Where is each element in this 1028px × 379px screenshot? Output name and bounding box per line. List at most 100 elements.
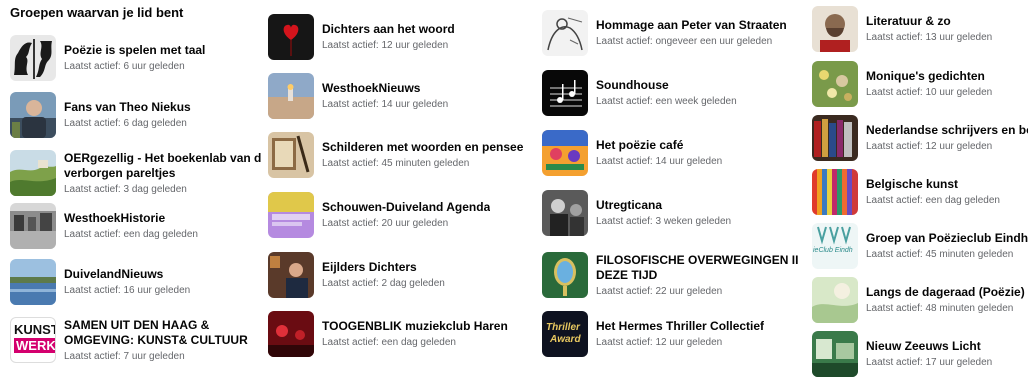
group-last-active: Laatst actief: 45 minuten geleden [866,249,1014,260]
lighthouse-thumbnail [268,73,314,119]
group-column-4: Literatuur & zo Laatst actief: 13 uur ge… [812,0,1028,377]
group-item-langs-de-dageraad[interactable]: Langs de dageraad (Poëzie) Laatst actief… [812,275,1025,325]
kunstwerk-logo-thumbnail: KUNST WERK [10,317,56,363]
group-last-active: Laatst actief: 22 uur geleden [596,285,723,297]
group-item-duivelandnieuws[interactable]: DuivelandNieuws Laatst actief: 16 uur ge… [10,257,190,307]
group-last-active: Laatst actief: een dag geleden [866,195,1000,206]
thriller-award-thumbnail: Thriller Award [542,311,588,357]
group-item-utregticana[interactable]: Utregticana Laatst actief: 3 weken geled… [542,188,731,238]
group-name: Eijlders Dichters [322,260,417,274]
lake-thumbnail [10,259,56,305]
stripes-thumbnail [812,169,858,215]
group-item-schouwen-duiveland-agenda[interactable]: Schouwen-Duiveland Agenda Laatst actief:… [268,190,490,240]
logo-text: WERK [14,338,56,353]
books-thumbnail [812,115,858,161]
group-name-line-1: FILOSOFISCHE OVERWEGINGEN II [596,252,799,267]
mirror-thumbnail [542,252,588,298]
group-last-active: Laatst actief: 12 uur geleden [866,141,993,152]
group-name: Literatuur & zo [866,14,951,28]
group-item-literatuur-en-zo[interactable]: Literatuur & zo Laatst actief: 13 uur ge… [812,4,992,54]
group-name: Nieuw Zeeuws Licht [866,339,981,353]
group-item-toogenblik[interactable]: TOOGENBLIK muziekclub Haren Laatst actie… [268,309,508,359]
group-item-poezie-spelen[interactable]: Poëzie is spelen met taal Laatst actief:… [10,33,205,83]
dawn-thumbnail [812,277,858,323]
group-last-active: Laatst actief: 13 uur geleden [866,32,993,43]
group-item-westhoekhistorie[interactable]: WesthoekHistorie Laatst actief: een dag … [10,201,198,251]
group-name: Hommage aan Peter van Straaten [596,18,787,32]
faces-silhouette-thumbnail [10,35,56,81]
group-last-active: Laatst actief: 20 uur geleden [322,218,449,229]
group-name: Utregticana [596,198,663,212]
logo-text: Award [550,334,581,345]
group-name: Dichters aan het woord [322,22,455,36]
group-item-theo-niekus[interactable]: Fans van Theo Niekus Laatst actief: 6 da… [10,90,191,140]
logo-text: KUNST [14,322,56,337]
group-item-poezieclub-eindhoven[interactable]: ieClub Eindh Groep van Poëzieclub Eindho… [812,221,1028,271]
group-item-nederlandse-schrijvers[interactable]: Nederlandse schrijvers en boeke Laatst a… [812,113,1028,163]
group-item-schilderen-met-woorden[interactable]: Schilderen met woorden en pensee Laatst … [268,130,523,180]
group-name: Schouwen-Duiveland Agenda [322,200,491,214]
poezieclub-logo-thumbnail: ieClub Eindh [812,223,858,269]
people-thumbnail [268,252,314,298]
group-last-active: Laatst actief: 3 dag geleden [64,183,187,195]
group-last-active: Laatst actief: 14 uur geleden [322,99,449,110]
group-name: Schilderen met woorden en pensee [322,140,524,154]
painting-thumbnail [268,132,314,178]
group-name: Het poëzie café [596,138,684,152]
bw-photo-thumbnail [542,190,588,236]
group-last-active: Laatst actief: een dag geleden [322,337,456,348]
group-name: Belgische kunst [866,177,959,191]
man-portrait-thumbnail [10,92,56,138]
group-name: WesthoekHistorie [64,211,166,225]
group-item-oergezellig[interactable]: OERgezellig - Het boekenlab van d verbor… [10,144,261,202]
group-item-eijlders-dichters[interactable]: Eijlders Dichters Laatst actief: 2 dag g… [268,250,445,300]
music-notes-thumbnail [542,70,588,116]
group-last-active: Laatst actief: een week geleden [596,96,737,107]
group-name: Langs de dageraad (Poëzie) [866,285,1025,299]
group-item-westhoeknieuws[interactable]: WesthoekNieuws Laatst actief: 14 uur gel… [268,71,448,121]
flowers-thumbnail [812,61,858,107]
group-item-samen-uit-den-haag[interactable]: KUNST WERK SAMEN UIT DEN HAAG & OMGEVING… [10,313,248,367]
group-item-soundhouse[interactable]: Soundhouse Laatst actief: een week geled… [542,68,737,118]
group-name: Poëzie is spelen met taal [64,43,206,57]
group-name: Het Hermes Thriller Collectief [596,319,765,333]
group-last-active: Laatst actief: 3 weken geleden [596,216,732,227]
group-name: Nederlandse schrijvers en boeke [866,123,1028,137]
logo-text: ieClub Eindh [813,247,853,254]
group-last-active: Laatst actief: 12 uur geleden [322,40,449,51]
group-name-line-2: verborgen pareltjes [64,165,176,180]
group-item-filosofische-overwegingen[interactable]: FILOSOFISCHE OVERWEGINGEN II DEZE TIJD L… [542,246,798,304]
group-name-line-2: OMGEVING: KUNST& CULTUUR [64,332,248,347]
group-item-belgische-kunst[interactable]: Belgische kunst Laatst actief: een dag g… [812,167,1000,217]
logo-text: Thriller [546,322,580,333]
group-item-hermes-thriller[interactable]: Thriller Award Het Hermes Thriller Colle… [542,309,764,359]
group-last-active: Laatst actief: 7 uur geleden [64,350,185,362]
old-photo-thumbnail [10,203,56,249]
group-last-active: Laatst actief: ongeveer een uur geleden [596,36,773,47]
group-last-active: Laatst actief: 6 dag geleden [64,118,187,129]
group-name-line-2: DEZE TIJD [596,267,658,282]
group-last-active: Laatst actief: 12 uur geleden [596,337,723,348]
group-name: TOOGENBLIK muziekclub Haren [322,319,508,333]
group-name: Monique's gedichten [866,69,985,83]
group-name: Soundhouse [596,78,669,92]
group-last-active: Laatst actief: 10 uur geleden [866,87,993,98]
group-name: DuivelandNieuws [64,267,164,281]
stage-thumbnail [268,311,314,357]
group-name-line-1: SAMEN UIT DEN HAAG & [64,317,210,332]
group-column-1: Poëzie is spelen met taal Laatst actief:… [10,0,261,369]
group-column-3: Hommage aan Peter van Straaten Laatst ac… [542,0,800,369]
group-item-hommage-peter-van-straaten[interactable]: Hommage aan Peter van Straaten Laatst ac… [542,8,787,58]
group-last-active: Laatst actief: 16 uur geleden [64,285,191,296]
group-item-nieuw-zeeuws-licht[interactable]: Nieuw Zeeuws Licht Laatst actief: 17 uur… [812,329,992,379]
group-name: Groep van Poëzieclub Eindhoven [866,231,1028,245]
group-last-active: Laatst actief: 17 uur geleden [866,357,993,368]
group-column-2: Dichters aan het woord Laatst actief: 12… [268,0,523,369]
group-last-active: Laatst actief: 6 uur geleden [64,61,185,72]
group-item-dichters-aan-het-woord[interactable]: Dichters aan het woord Laatst actief: 12… [268,12,455,62]
group-item-moniques-gedichten[interactable]: Monique's gedichten Laatst actief: 10 uu… [812,59,992,109]
group-item-het-poezie-cafe[interactable]: Het poëzie café Laatst actief: 14 uur ge… [542,128,722,178]
green-photo-thumbnail [812,331,858,377]
group-last-active: Laatst actief: 48 minuten geleden [866,303,1014,314]
writer-portrait-thumbnail [812,6,858,52]
